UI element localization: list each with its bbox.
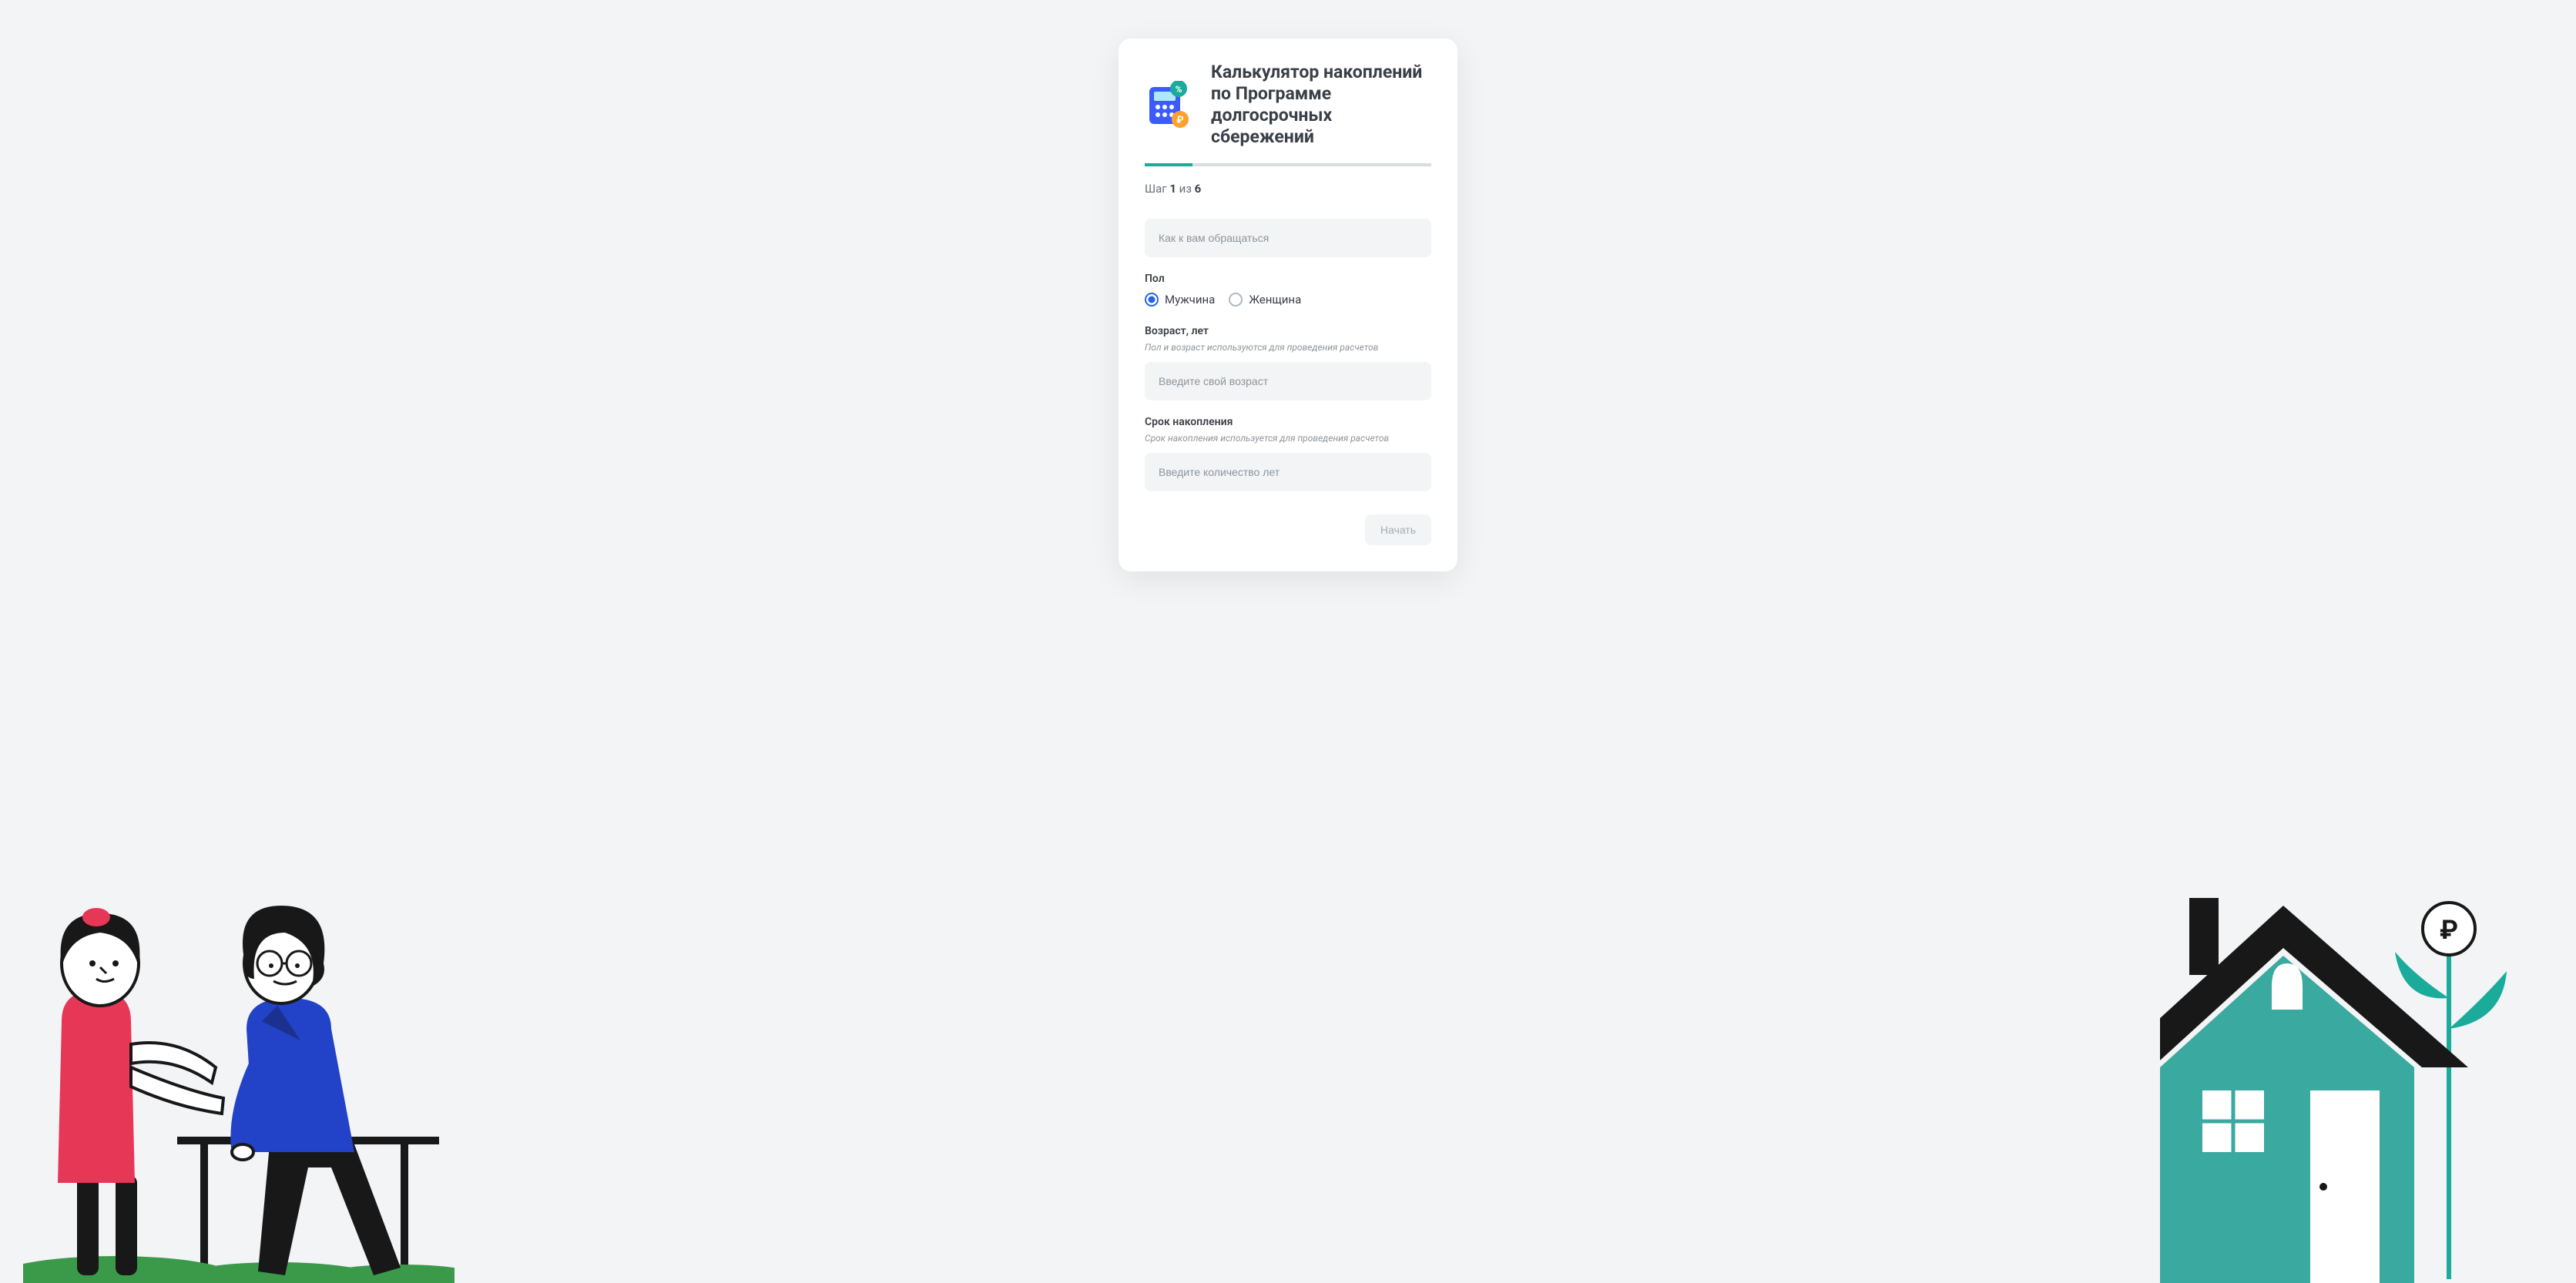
gender-radio-group: Мужчина Женщина <box>1145 293 1431 307</box>
gender-female-option[interactable]: Женщина <box>1229 293 1301 307</box>
progress-bar <box>1145 163 1431 166</box>
calculator-icon: % ₽ <box>1145 81 1192 129</box>
gender-female-radio[interactable] <box>1229 293 1243 307</box>
start-button[interactable]: Начать <box>1365 514 1431 545</box>
people-illustration <box>23 890 454 1283</box>
step-label: Шаг 1 из 6 <box>1145 182 1431 196</box>
progress-fill <box>1145 163 1192 166</box>
term-label: Срок накопления <box>1145 416 1431 428</box>
age-input[interactable] <box>1145 362 1431 400</box>
house-illustration: ₽ <box>2160 898 2545 1283</box>
term-hint: Срок накопления используется для проведе… <box>1145 433 1431 444</box>
card-title: Калькулятор накоплений по Программе долг… <box>1211 62 1431 148</box>
name-input[interactable] <box>1145 219 1431 257</box>
term-input[interactable] <box>1145 453 1431 491</box>
age-hint: Пол и возраст используются для проведени… <box>1145 342 1431 353</box>
gender-label: Пол <box>1145 273 1431 285</box>
gender-male-option[interactable]: Мужчина <box>1145 293 1215 307</box>
svg-text:₽: ₽ <box>1176 115 1183 126</box>
age-label: Возраст, лет <box>1145 325 1431 337</box>
gender-male-radio[interactable] <box>1145 293 1159 307</box>
calculator-card: % ₽ Калькулятор накоплений по Программе … <box>1119 39 1457 571</box>
svg-text:₽: ₽ <box>2440 915 2458 946</box>
svg-text:%: % <box>1176 84 1182 95</box>
card-header: % ₽ Калькулятор накоплений по Программе … <box>1145 62 1431 148</box>
